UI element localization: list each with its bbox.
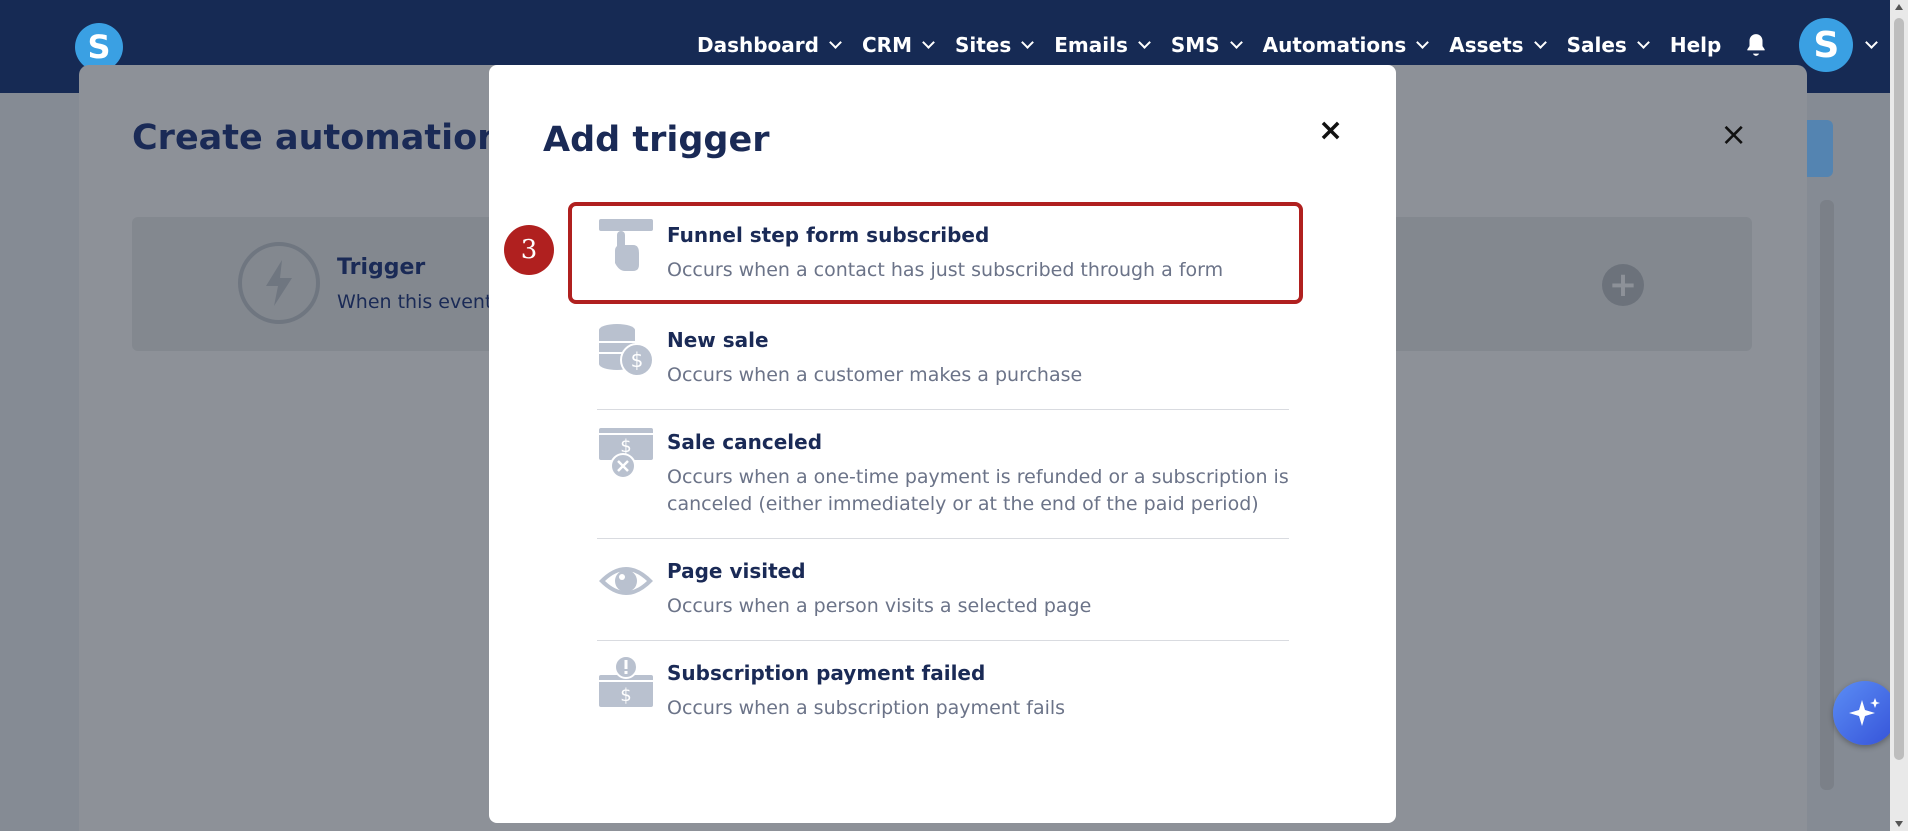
nav-emails-label: Emails (1054, 33, 1128, 57)
eye-icon (599, 567, 653, 595)
nav-automations[interactable]: Automations (1262, 33, 1430, 57)
nav-assets-label: Assets (1449, 33, 1524, 57)
chevron-down-icon (1138, 35, 1151, 49)
option-description: Occurs when a contact has just subscribe… (667, 259, 1224, 281)
nav-help-label: Help (1669, 33, 1722, 57)
step-badge: 3 (504, 225, 554, 275)
nav-emails[interactable]: Emails (1054, 33, 1151, 57)
scrollbar-thumb[interactable] (1894, 18, 1904, 760)
option-description: Occurs when a one-time payment is refund… (667, 466, 1289, 515)
trigger-option-sale-canceled[interactable]: $ Sale canceled Occurs when a one-time p… (597, 410, 1289, 539)
sparkle-icon (1849, 698, 1880, 726)
option-title: New sale (667, 328, 769, 352)
nav-help[interactable]: Help (1670, 33, 1721, 57)
brand-logo[interactable]: S (75, 23, 123, 71)
ai-assistant-button[interactable] (1833, 681, 1897, 745)
option-description: Occurs when a subscription payment fails (667, 697, 1066, 719)
nav-sms-label: SMS (1170, 33, 1220, 57)
trigger-option-subscription-payment-failed[interactable]: $ Subscription payment failed Occurs whe… (597, 641, 1289, 742)
close-icon[interactable]: × (1318, 113, 1343, 148)
trigger-option-new-sale[interactable]: $ New sale Occurs when a customer makes … (597, 308, 1289, 410)
chevron-down-icon (1229, 35, 1243, 49)
window-scrollbar[interactable] (1890, 0, 1908, 831)
trigger-option-page-visited[interactable]: Page visited Occurs when a person visits… (597, 539, 1289, 641)
hand-pointer-icon (599, 219, 653, 271)
nav-automations-label: Automations (1262, 33, 1407, 57)
banknote-alert-icon: $ (599, 655, 653, 707)
trigger-card-subtitle: When this event h (337, 291, 511, 313)
avatar: S (1799, 18, 1854, 72)
main-menu: Dashboard CRM Sites Emails SMS Automatio… (697, 18, 1908, 72)
option-description: Occurs when a person visits a selected p… (667, 595, 1092, 617)
banknote-cancel-icon: $ (599, 428, 653, 479)
chevron-down-icon (1865, 35, 1879, 49)
chevron-down-icon (1416, 35, 1430, 49)
chevron-down-icon (1021, 35, 1035, 49)
option-title: Sale canceled (667, 430, 823, 454)
option-title: Subscription payment failed (667, 661, 986, 685)
nav-assets[interactable]: Assets (1449, 33, 1547, 57)
trigger-options-list: Funnel step form subscribed Occurs when … (597, 215, 1289, 742)
nav-sms[interactable]: SMS (1170, 33, 1243, 57)
nav-dashboard-label: Dashboard (697, 33, 819, 57)
nav-crm[interactable]: CRM (861, 33, 935, 57)
option-description: Occurs when a customer makes a purchase (667, 364, 1083, 386)
trigger-option-funnel-form-subscribed[interactable]: Funnel step form subscribed Occurs when … (597, 215, 1289, 308)
inner-modal-title: Add trigger (543, 120, 770, 160)
coins-dollar-icon: $ (599, 324, 654, 377)
outer-close-icon[interactable]: × (1720, 115, 1747, 153)
chevron-down-icon (1533, 35, 1547, 49)
nav-dashboard[interactable]: Dashboard (697, 33, 842, 57)
chevron-down-icon (922, 35, 935, 49)
chevron-down-icon (829, 35, 842, 49)
trigger-card-title: Trigger (337, 255, 426, 280)
svg-text:$: $ (631, 348, 644, 372)
chevron-down-icon (1636, 35, 1650, 49)
scroll-down-icon[interactable] (1895, 821, 1903, 827)
add-trigger-modal: Add trigger × 3 Funnel step form subscri… (489, 65, 1396, 823)
lightning-icon (238, 242, 320, 324)
option-title: Funnel step form subscribed (667, 223, 990, 247)
nav-sales[interactable]: Sales (1566, 33, 1650, 57)
svg-text:$: $ (620, 685, 631, 706)
nav-crm-label: CRM (861, 33, 912, 57)
scroll-up-icon[interactable] (1895, 4, 1903, 10)
user-menu[interactable]: S (1799, 18, 1879, 72)
nav-sales-label: Sales (1566, 33, 1627, 57)
nav-sites[interactable]: Sites (954, 33, 1035, 57)
nav-sites-label: Sites (954, 33, 1012, 57)
option-title: Page visited (667, 559, 806, 583)
notification-bell-icon[interactable] (1743, 32, 1769, 58)
background-scroll-panel (1820, 200, 1834, 790)
add-action-icon[interactable]: + (1602, 264, 1644, 306)
